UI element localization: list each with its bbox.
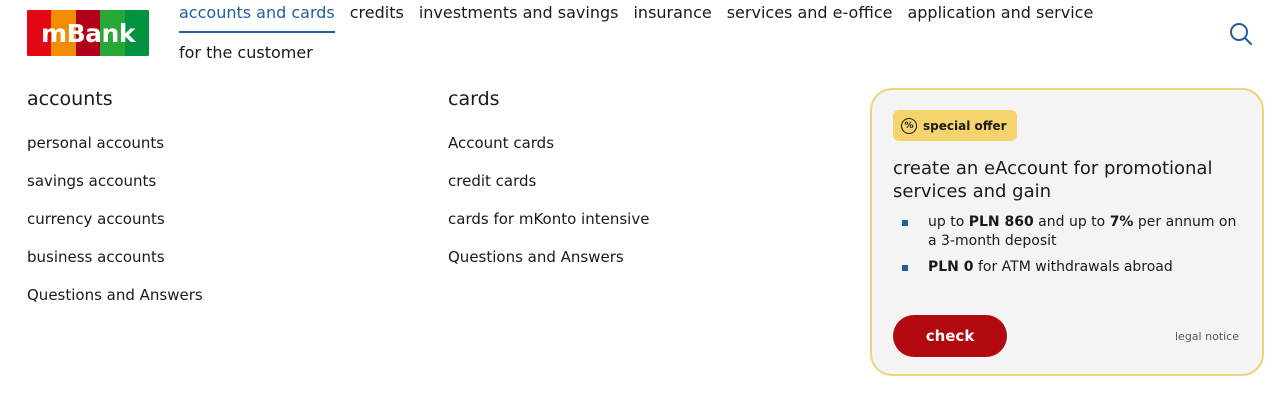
menu-link-business-accounts[interactable]: business accounts <box>27 247 203 285</box>
search-button[interactable] <box>1227 20 1255 48</box>
special-offer-badge: % special offer <box>893 110 1017 141</box>
accounts-column: accounts personal accounts savings accou… <box>27 87 203 323</box>
nav-row-2: for the customer <box>179 43 328 73</box>
mbank-logo[interactable]: mBank <box>27 10 149 56</box>
legal-notice-link[interactable]: legal notice <box>1175 330 1239 343</box>
percent-icon: % <box>901 117 917 134</box>
nav-item-insurance[interactable]: insurance <box>633 3 711 33</box>
promo-card: % special offer create an eAccount for p… <box>870 88 1264 376</box>
accounts-heading: accounts <box>27 88 113 110</box>
mega-menu-page: mBank accounts and cards credits investm… <box>0 0 1280 399</box>
menu-link-personal-accounts[interactable]: personal accounts <box>27 133 203 171</box>
cards-heading: cards <box>448 88 500 110</box>
nav-item-services-and-e-office[interactable]: services and e-office <box>727 3 893 33</box>
promo-benefits-list: up to PLN 860 and up to 7% per annum on … <box>893 213 1243 284</box>
accounts-list: personal accounts savings accounts curre… <box>27 133 203 323</box>
promo-title: create an eAccount for promotional servi… <box>893 158 1213 202</box>
benefit-amount: PLN 0 <box>928 259 974 275</box>
nav-item-credits[interactable]: credits <box>350 3 404 33</box>
menu-link-cards-qa[interactable]: Questions and Answers <box>448 247 649 285</box>
cards-list: Account cards credit cards cards for mKo… <box>448 133 649 285</box>
promo-benefit-atm: PLN 0 for ATM withdrawals abroad <box>893 258 1243 277</box>
menu-link-credit-cards[interactable]: credit cards <box>448 171 649 209</box>
menu-link-account-cards[interactable]: Account cards <box>448 133 649 171</box>
menu-link-savings-accounts[interactable]: savings accounts <box>27 171 203 209</box>
check-button[interactable]: check <box>893 315 1007 357</box>
benefit-rate: 7% <box>1109 214 1134 230</box>
logo-text: mBank <box>41 18 135 48</box>
search-icon <box>1230 23 1252 45</box>
menu-link-currency-accounts[interactable]: currency accounts <box>27 209 203 247</box>
benefit-text: up to <box>928 214 969 230</box>
promo-benefit-deposit: up to PLN 860 and up to 7% per annum on … <box>893 213 1243 251</box>
nav-row-1: accounts and cards credits investments a… <box>179 3 1108 33</box>
benefit-text: and up to <box>1033 214 1110 230</box>
nav-item-for-the-customer[interactable]: for the customer <box>179 43 313 73</box>
cards-column: cards Account cards credit cards cards f… <box>448 87 649 285</box>
benefit-amount: PLN 860 <box>968 214 1034 230</box>
menu-link-accounts-qa[interactable]: Questions and Answers <box>27 285 203 323</box>
benefit-text: for ATM withdrawals abroad <box>973 259 1173 275</box>
nav-item-accounts-and-cards[interactable]: accounts and cards <box>179 3 335 33</box>
badge-label: special offer <box>923 118 1007 133</box>
nav-item-investments-and-savings[interactable]: investments and savings <box>419 3 619 33</box>
menu-link-cards-mkonto[interactable]: cards for mKonto intensive <box>448 209 649 247</box>
nav-item-application-and-service[interactable]: application and service <box>907 3 1093 33</box>
